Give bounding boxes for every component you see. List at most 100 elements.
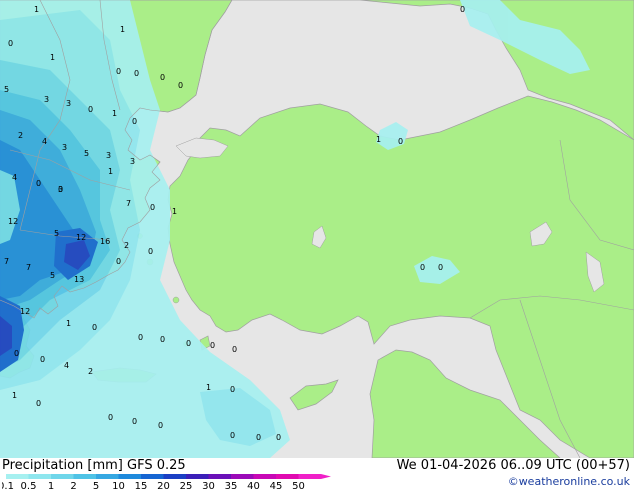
precip-value-label: 7 — [126, 199, 131, 208]
precip-value-label: 3 — [130, 157, 135, 166]
scale-tick-label: 40 — [247, 481, 260, 490]
precip-value-label: 0 — [36, 179, 41, 188]
precip-value-label: 0 — [8, 39, 13, 48]
credit-link[interactable]: ©weatheronline.co.uk — [508, 475, 630, 488]
precip-value-label: 3 — [106, 151, 111, 160]
island-small-2 — [172, 296, 180, 304]
precip-value-label: 7 — [4, 257, 9, 266]
scale-swatch — [96, 474, 119, 479]
scale-tick-label: 15 — [135, 481, 148, 490]
precip-value-label: 0 — [116, 67, 121, 76]
precip-value-label: 1 — [172, 207, 177, 216]
precip-value-label: 0 — [116, 257, 121, 266]
precip-value-label: 0 — [92, 323, 97, 332]
scale-tick-label: 35 — [225, 481, 238, 490]
precip-value-label: 13 — [74, 275, 84, 284]
precip-value-label: 0 — [132, 417, 137, 426]
precip-value-label: 0 — [134, 69, 139, 78]
scale-tick-label: 25 — [180, 481, 193, 490]
scale-swatch — [51, 474, 74, 479]
precip-value-label: 0 — [438, 263, 443, 272]
scale-tick-label: 0.1 — [2, 481, 14, 490]
scale-tick-label: 30 — [202, 481, 215, 490]
precip-value-label: 0 — [276, 433, 281, 442]
precip-value-label: 1 — [34, 5, 39, 14]
precip-value-label: 0 — [150, 203, 155, 212]
precip-value-label: 0 — [256, 433, 261, 442]
precip-value-label: 0 — [14, 349, 19, 358]
precip-value-label: 0 — [232, 345, 237, 354]
scale-tick-label: 20 — [157, 481, 170, 490]
footer-bar: Precipitation [mm] GFS 0.25 We 01-04-202… — [0, 458, 634, 490]
precip-value-label: 0 — [132, 117, 137, 126]
precip-value-label: 2 — [124, 241, 129, 250]
precip-value-label: 0 — [138, 333, 143, 342]
precip-value-label: 0 — [178, 81, 183, 90]
scale-tick-label: 45 — [270, 481, 283, 490]
precip-value-label: 12 — [76, 233, 86, 242]
precip-value-label: 1 — [12, 391, 17, 400]
product-title: Precipitation [mm] GFS 0.25 — [2, 458, 186, 473]
scale-tick-label: 50 — [292, 481, 305, 490]
precip-value-label: 5 — [54, 229, 59, 238]
scale-arrow — [321, 474, 331, 479]
precip-value-label: 0 — [210, 341, 215, 350]
precip-value-label: 3 — [44, 95, 49, 104]
precip-value-label: 1 — [66, 319, 71, 328]
precip-value-label: 1 — [206, 383, 211, 392]
scale-swatch — [208, 474, 231, 479]
precip-value-label: 1 — [120, 25, 125, 34]
precip-value-label: 0 — [148, 247, 153, 256]
precip-value-label: 0 — [40, 355, 45, 364]
scale-swatch — [276, 474, 299, 479]
precip-value-label: 12 — [20, 307, 30, 316]
precip-value-label: 5 — [84, 149, 89, 158]
precip-value-label: 3 — [58, 185, 63, 194]
scale-tick-label: 0.5 — [21, 481, 37, 490]
scale-swatch — [298, 474, 321, 479]
precip-value-label: 0 — [88, 105, 93, 114]
scale-swatch — [253, 474, 276, 479]
scale-swatch — [186, 474, 209, 479]
precip-value-label: 0 — [108, 413, 113, 422]
scale-swatch — [231, 474, 254, 479]
scale-swatch — [6, 474, 29, 479]
precip-value-label: 4 — [42, 137, 47, 146]
precip-value-label: 1 — [112, 109, 117, 118]
precip-value-label: 5 — [4, 85, 9, 94]
scale-swatch — [28, 474, 51, 479]
precip-value-label: 16 — [100, 237, 110, 246]
precip-value-label: 4 — [64, 361, 69, 370]
scale-swatch — [118, 474, 141, 479]
scale-swatch — [141, 474, 164, 479]
precip-value-label: 5 — [50, 271, 55, 280]
precip-value-label: 3 — [66, 99, 71, 108]
color-scale: 0.10.5125101520253035404550 — [2, 474, 331, 490]
precip-value-label: 4 — [12, 173, 17, 182]
precip-value-label: 1 — [50, 53, 55, 62]
precip-value-label: 2 — [18, 131, 23, 140]
precip-value-label: 0 — [160, 335, 165, 344]
scale-swatch — [73, 474, 96, 479]
precip-value-label: 0 — [460, 5, 465, 14]
valid-time: We 01-04-2026 06..09 UTC (00+57) — [396, 458, 630, 473]
scale-swatch — [163, 474, 186, 479]
precip-value-label: 0 — [230, 431, 235, 440]
scale-tick-label: 2 — [70, 481, 76, 490]
precip-value-label: 1 — [376, 135, 381, 144]
precip-value-label: 2 — [88, 367, 93, 376]
precip-value-label: 0 — [158, 421, 163, 430]
precip-value-label: 7 — [26, 263, 31, 272]
precip-value-label: 0 — [186, 339, 191, 348]
scale-tick-label: 1 — [48, 481, 54, 490]
scale-tick-label: 5 — [93, 481, 99, 490]
precip-value-label: 0 — [36, 399, 41, 408]
precip-value-label: 0 — [398, 137, 403, 146]
precip-value-label: 12 — [8, 217, 18, 226]
precip-value-label: 0 — [230, 385, 235, 394]
scale-tick-label: 10 — [112, 481, 125, 490]
precip-value-label: 0 — [420, 263, 425, 272]
precip-value-label: 3 — [62, 143, 67, 152]
precip-value-label: 1 — [108, 167, 113, 176]
precip-value-label: 0 — [160, 73, 165, 82]
